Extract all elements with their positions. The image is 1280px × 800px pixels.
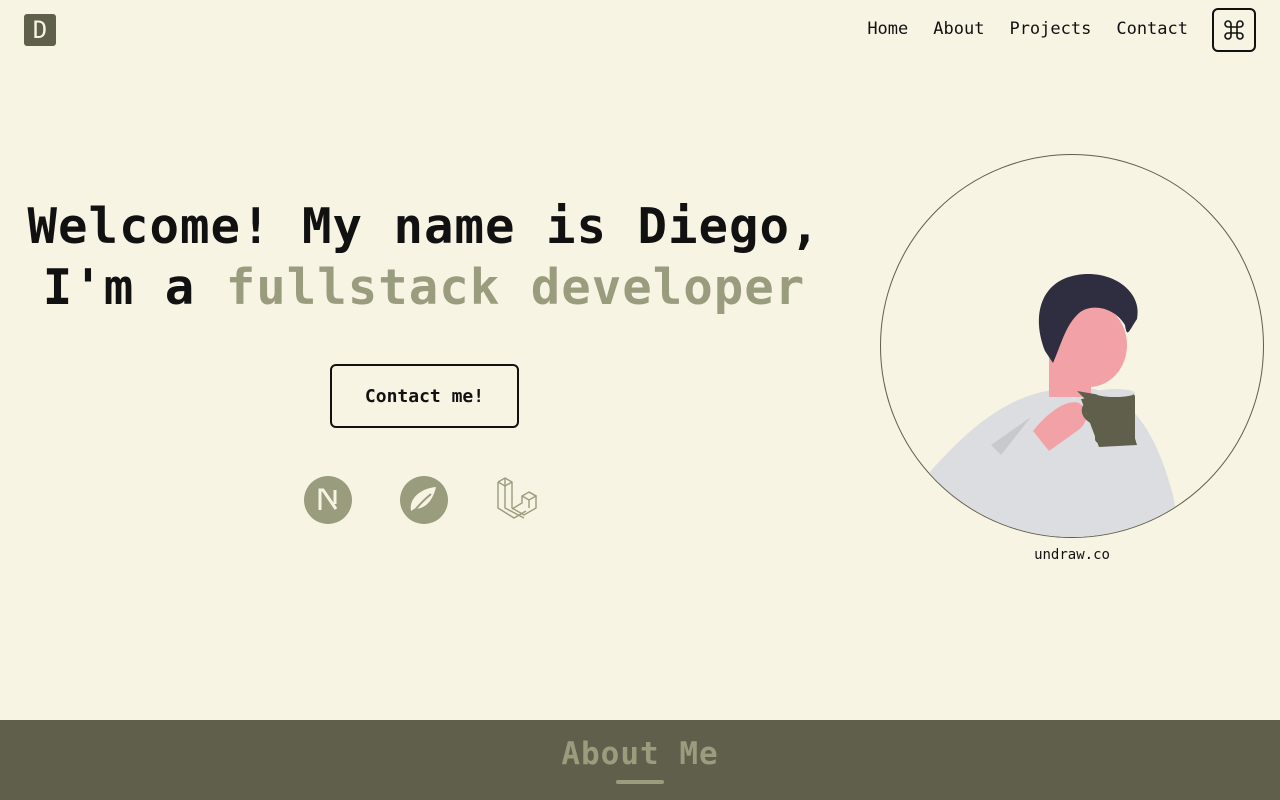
- hero-line-2-prefix: I'm a: [42, 259, 226, 316]
- command-menu-button[interactable]: [1212, 8, 1256, 52]
- nav-home-link[interactable]: Home: [867, 19, 908, 39]
- hero-line-2-accent: fullstack developer: [225, 259, 806, 316]
- hero-title: Welcome! My name is Diego, I'm a fullsta…: [20, 196, 828, 318]
- nextjs-icon: [304, 476, 352, 524]
- tech-stack-icons: [304, 476, 544, 524]
- laravel-icon: [496, 476, 544, 524]
- hero-illustration: [880, 154, 1264, 538]
- contact-me-button[interactable]: Contact me!: [330, 364, 519, 428]
- about-section: About Me: [0, 720, 1280, 800]
- about-title: About Me: [561, 736, 719, 772]
- top-nav: Home About Projects Contact: [867, 19, 1188, 39]
- site-logo[interactable]: D: [24, 14, 56, 46]
- nav-projects-link[interactable]: Projects: [1009, 19, 1091, 39]
- hero-line-1: Welcome! My name is Diego,: [27, 198, 821, 255]
- spring-icon: [400, 476, 448, 524]
- nav-about-link[interactable]: About: [933, 19, 984, 39]
- command-key-icon: [1224, 20, 1244, 40]
- nav-contact-link[interactable]: Contact: [1116, 19, 1188, 39]
- about-title-underline: [616, 780, 664, 784]
- illustration-credit: undraw.co: [1034, 547, 1110, 563]
